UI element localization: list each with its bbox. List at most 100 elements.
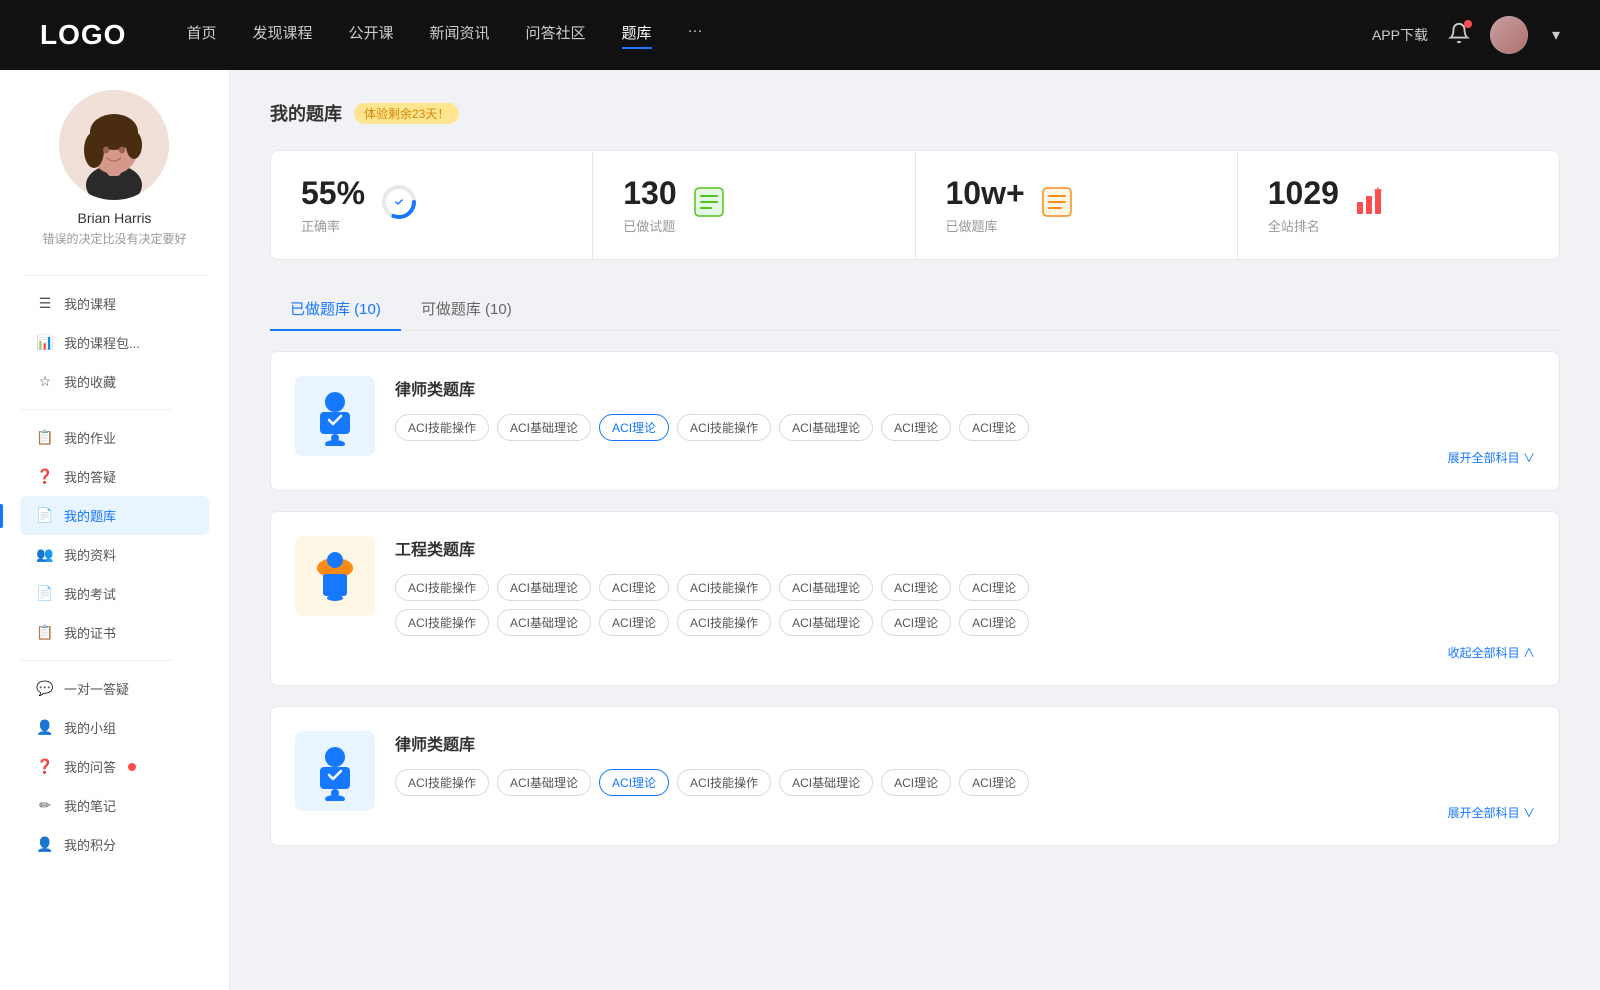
sidebar-item-bank[interactable]: 📄 我的题库 [20, 496, 209, 535]
tag-item[interactable]: ACI基础理论 [779, 574, 873, 601]
stat-accuracy-value: 55% [301, 175, 365, 212]
stat-done-questions-value: 130 [623, 175, 676, 212]
tag-item-active[interactable]: ACI理论 [599, 414, 669, 441]
tag-item[interactable]: ACI理论 [599, 609, 669, 636]
tag-item[interactable]: ACI技能操作 [677, 769, 771, 796]
notification-dot [1464, 20, 1472, 28]
sidebar-item-data[interactable]: 👥 我的资料 [20, 535, 209, 574]
nav-news[interactable]: 新闻资讯 [430, 22, 490, 49]
sidebar-item-label: 我的课程 [64, 294, 116, 313]
bell-icon[interactable] [1448, 22, 1470, 49]
nav-bank[interactable]: 题库 [622, 22, 652, 49]
main-layout: Brian Harris 错误的决定比没有决定要好 ☰ 我的课程 📊 我的课程包… [0, 70, 1600, 990]
main-content: 我的题库 体验剩余23天！ 55% 正确率 [230, 70, 1600, 990]
qa-badge [128, 763, 136, 771]
trial-badge: 体验剩余23天！ [354, 103, 459, 124]
my-qa-icon: ❓ [36, 758, 54, 775]
sidebar-item-homework[interactable]: 📋 我的作业 [20, 418, 209, 457]
accuracy-icon [381, 184, 417, 227]
tag-item[interactable]: ACI理论 [959, 414, 1029, 441]
expand-link-2[interactable]: 展开全部科目 ∨ [395, 804, 1535, 821]
tag-item[interactable]: ACI基础理论 [497, 414, 591, 441]
tag-item[interactable]: ACI基础理论 [779, 769, 873, 796]
sidebar-item-label: 我的题库 [64, 506, 116, 525]
stat-ranking: 1029 全站排名 [1238, 151, 1559, 259]
sidebar-item-group[interactable]: 👤 我的小组 [20, 708, 209, 747]
app-download-link[interactable]: APP下载 [1372, 25, 1428, 45]
exam-icon: 📄 [36, 585, 54, 602]
tag-item[interactable]: ACI技能操作 [395, 609, 489, 636]
bank-icon: 📄 [36, 507, 54, 524]
tab-available[interactable]: 可做题库 (10) [401, 288, 532, 331]
sidebar-item-courses[interactable]: ☰ 我的课程 [20, 284, 209, 323]
sidebar-item-one-on-one[interactable]: 💬 一对一答疑 [20, 669, 209, 708]
tag-item[interactable]: ACI技能操作 [395, 574, 489, 601]
tag-item[interactable]: ACI基础理论 [779, 609, 873, 636]
tabs-bar: 已做题库 (10) 可做题库 (10) [270, 288, 1560, 331]
logo: LOGO [40, 19, 126, 51]
sidebar-item-label: 我的小组 [64, 718, 116, 737]
tag-item[interactable]: ACI技能操作 [677, 609, 771, 636]
sidebar-item-label: 我的证书 [64, 623, 116, 642]
stat-accuracy: 55% 正确率 [271, 151, 593, 259]
tag-item[interactable]: ACI基础理论 [497, 609, 591, 636]
stat-accuracy-label: 正确率 [301, 216, 365, 235]
sidebar-item-points[interactable]: 👤 我的积分 [20, 825, 209, 864]
tag-item-active[interactable]: ACI理论 [599, 769, 669, 796]
qbank-card-engineer: 工程类题库 ACI技能操作 ACI基础理论 ACI理论 ACI技能操作 ACI基… [270, 511, 1560, 686]
nav-qa[interactable]: 问答社区 [526, 22, 586, 49]
sidebar-item-label: 一对一答疑 [64, 679, 129, 698]
sidebar-item-label: 我的考试 [64, 584, 116, 603]
sidebar-item-favorites[interactable]: ☆ 我的收藏 [20, 362, 209, 401]
qbank-card-lawyer-1: 律师类题库 ACI技能操作 ACI基础理论 ACI理论 ACI技能操作 ACI基… [270, 351, 1560, 491]
tag-item[interactable]: ACI理论 [881, 769, 951, 796]
stat-ranking-label: 全站排名 [1268, 216, 1339, 235]
sidebar-item-notes[interactable]: ✏ 我的笔记 [20, 786, 209, 825]
sidebar: Brian Harris 错误的决定比没有决定要好 ☰ 我的课程 📊 我的课程包… [0, 70, 230, 990]
qbank-lawyer-2-info: 律师类题库 ACI技能操作 ACI基础理论 ACI理论 ACI技能操作 ACI基… [395, 731, 1535, 821]
tag-item[interactable]: ACI技能操作 [395, 769, 489, 796]
tag-item[interactable]: ACI技能操作 [677, 574, 771, 601]
profile-section: Brian Harris 错误的决定比没有决定要好 [42, 90, 186, 247]
nav-links: 首页 发现课程 公开课 新闻资讯 问答社区 题库 ··· [186, 22, 1372, 49]
sidebar-divider-top [23, 275, 206, 276]
sidebar-item-exam[interactable]: 📄 我的考试 [20, 574, 209, 613]
sidebar-item-cert[interactable]: 📋 我的证书 [20, 613, 209, 652]
tag-item[interactable]: ACI技能操作 [677, 414, 771, 441]
tag-item[interactable]: ACI理论 [599, 574, 669, 601]
tag-item[interactable]: ACI理论 [881, 609, 951, 636]
chevron-down-icon[interactable]: ▾ [1552, 25, 1560, 45]
tag-item[interactable]: ACI基础理论 [497, 769, 591, 796]
page-header: 我的题库 体验剩余23天！ [270, 100, 1560, 126]
tag-item[interactable]: ACI理论 [881, 414, 951, 441]
tab-done[interactable]: 已做题库 (10) [270, 288, 401, 331]
nav-more[interactable]: ··· [688, 22, 703, 49]
tag-item[interactable]: ACI理论 [959, 574, 1029, 601]
sidebar-item-course-package[interactable]: 📊 我的课程包... [20, 323, 209, 362]
avatar-illustration [59, 90, 169, 200]
expand-link-1[interactable]: 展开全部科目 ∨ [395, 449, 1535, 466]
stat-done-banks-label: 已做题库 [946, 216, 1025, 235]
sidebar-divider-mid1 [20, 409, 171, 410]
sidebar-item-qa[interactable]: ❓ 我的答疑 [20, 457, 209, 496]
tag-item[interactable]: ACI理论 [959, 769, 1029, 796]
lawyer2-svg-icon [305, 741, 365, 801]
tag-item[interactable]: ACI技能操作 [395, 414, 489, 441]
tag-item[interactable]: ACI基础理论 [779, 414, 873, 441]
lawyer-icon-wrap [295, 376, 375, 456]
sidebar-item-my-qa[interactable]: ❓ 我的问答 [20, 747, 209, 786]
tag-item[interactable]: ACI理论 [881, 574, 951, 601]
ranking-icon [1355, 186, 1387, 225]
user-avatar[interactable] [1490, 16, 1528, 54]
profile-name: Brian Harris [78, 210, 152, 226]
qbank-lawyer-1-name: 律师类题库 [395, 376, 1535, 400]
nav-courses[interactable]: 发现课程 [252, 22, 312, 49]
tag-item[interactable]: ACI基础理论 [497, 574, 591, 601]
collapse-link-engineer[interactable]: 收起全部科目 ∧ [395, 644, 1535, 661]
qbank-lawyer-1-tags: ACI技能操作 ACI基础理论 ACI理论 ACI技能操作 ACI基础理论 AC… [395, 414, 1535, 441]
qbank-lawyer-2-name: 律师类题库 [395, 731, 1535, 755]
profile-motto: 错误的决定比没有决定要好 [42, 230, 186, 247]
tag-item[interactable]: ACI理论 [959, 609, 1029, 636]
nav-open[interactable]: 公开课 [348, 22, 393, 49]
nav-home[interactable]: 首页 [186, 22, 216, 49]
